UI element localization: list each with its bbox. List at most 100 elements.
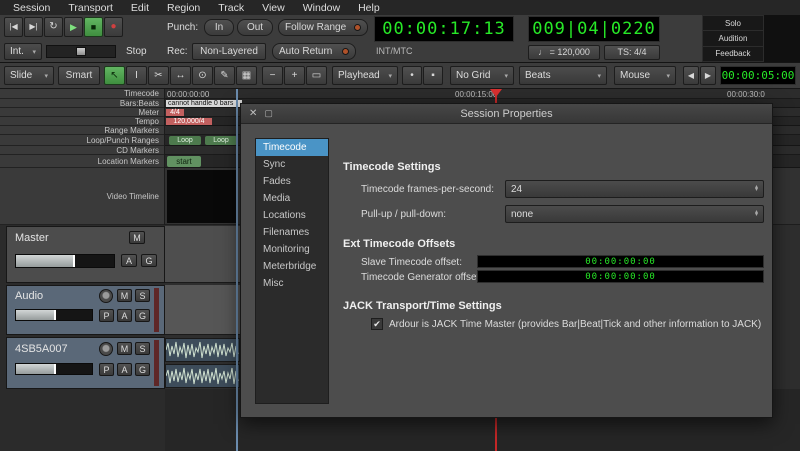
marker-square-button[interactable]: ▪	[423, 66, 443, 85]
zoom-focus-dropdown[interactable]: Playhead▾	[332, 66, 398, 85]
generator-offset-clock[interactable]: 00:00:00:00	[477, 270, 764, 283]
cut-tool-button[interactable]: ✂	[148, 66, 169, 85]
playlist-button[interactable]: P	[99, 363, 114, 376]
feedback-indicator-button[interactable]: Feedback	[703, 47, 763, 61]
spinner-arrows-icon[interactable]: ▴▾	[755, 186, 758, 193]
menu-window[interactable]: Window	[294, 1, 349, 15]
track-name[interactable]: Audio	[15, 290, 43, 302]
track-name[interactable]: Master	[15, 232, 49, 244]
track-header-master[interactable]: Master M A G	[6, 226, 165, 283]
shuttle-control[interactable]	[46, 45, 116, 58]
audio-track-lane[interactable]	[165, 285, 240, 335]
tempo-marker[interactable]: 120,000/4	[166, 118, 212, 125]
jack-time-master-checkbox[interactable]: ✔	[371, 318, 383, 330]
fader-thumb[interactable]	[73, 255, 75, 267]
shuttle-thumb[interactable]	[76, 47, 86, 56]
dialog-titlebar[interactable]: ✕ ▢ Session Properties	[241, 104, 772, 124]
zoom-in-button[interactable]: +	[284, 66, 305, 85]
goto-start-button[interactable]: |◀	[4, 17, 23, 37]
nudge-clock[interactable]: 00:00:05:00	[720, 66, 796, 85]
zoom-tool-button[interactable]: ⊙	[192, 66, 213, 85]
fader-thumb[interactable]	[54, 364, 56, 374]
follow-range-button[interactable]: Follow Range	[278, 19, 368, 36]
group-button[interactable]: G	[135, 363, 150, 376]
auto-return-button[interactable]: Auto Return	[272, 43, 356, 60]
mute-button[interactable]: M	[117, 342, 132, 355]
dialog-tab-timecode[interactable]: Timecode	[256, 139, 328, 156]
menu-session[interactable]: Session	[4, 1, 59, 15]
pull-dropdown[interactable]: none ▴▾	[505, 205, 764, 223]
draw-tool-button[interactable]: ✎	[214, 66, 235, 85]
menu-transport[interactable]: Transport	[59, 1, 122, 15]
dialog-tab-fades[interactable]: Fades	[256, 173, 328, 190]
loop-marker[interactable]: Loop	[205, 136, 237, 145]
edit-point-dropdown[interactable]: Mouse▾	[614, 66, 676, 85]
solo-indicator-button[interactable]: Solo	[703, 16, 763, 31]
grid-unit-dropdown[interactable]: Beats▾	[519, 66, 607, 85]
automation-button[interactable]: A	[117, 309, 132, 322]
dialog-tab-meterbridge[interactable]: Meterbridge	[256, 258, 328, 275]
automation-button[interactable]: A	[121, 254, 137, 267]
record-enable-button[interactable]	[99, 342, 113, 356]
nudge-backward-button[interactable]: ◀	[683, 66, 699, 85]
punch-in-button[interactable]: In	[204, 19, 234, 36]
smart-mode-button[interactable]: Smart	[58, 66, 100, 85]
solo-button[interactable]: S	[135, 342, 150, 355]
audition-indicator-button[interactable]: Audition	[703, 31, 763, 46]
mute-button[interactable]: M	[129, 231, 145, 244]
play-button[interactable]: ▶	[64, 17, 83, 37]
zoom-out-button[interactable]: −	[262, 66, 283, 85]
tempo-button[interactable]: ♩ = 120,000	[528, 45, 600, 60]
stretch-tool-button[interactable]: ↔	[170, 66, 191, 85]
menu-help[interactable]: Help	[349, 1, 389, 15]
group-button[interactable]: G	[135, 309, 150, 322]
menu-view[interactable]: View	[253, 1, 294, 15]
mute-button[interactable]: M	[117, 289, 132, 302]
start-location-marker[interactable]: start	[167, 156, 201, 167]
dialog-tab-misc[interactable]: Misc	[256, 275, 328, 292]
grab-tool-button[interactable]: ↖	[104, 66, 125, 85]
menu-region[interactable]: Region	[158, 1, 209, 15]
waveform-lane[interactable]	[165, 364, 240, 388]
playhead-marker[interactable]	[490, 89, 502, 97]
dialog-tab-media[interactable]: Media	[256, 190, 328, 207]
stop-button[interactable]: ■	[84, 17, 103, 37]
loop-marker[interactable]: Loop	[169, 136, 201, 145]
timecode-ruler[interactable]: 00:00:00:00 00:00:15:00 00:00:30:0	[165, 89, 800, 99]
record-button[interactable]: ●	[104, 17, 123, 37]
menu-edit[interactable]: Edit	[122, 1, 158, 15]
playlist-button[interactable]: P	[99, 309, 114, 322]
automation-button[interactable]: A	[117, 363, 132, 376]
edit-tool-button[interactable]: ▦	[236, 66, 257, 85]
snap-mode-dropdown[interactable]: No Grid▾	[450, 66, 514, 85]
dialog-tab-locations[interactable]: Locations	[256, 207, 328, 224]
gain-fader[interactable]	[15, 254, 115, 268]
spinner-arrows-icon[interactable]: ▴▾	[755, 211, 758, 218]
group-button[interactable]: G	[141, 254, 157, 267]
track-header-audio[interactable]: Audio M S P A G	[6, 285, 165, 335]
nudge-forward-button[interactable]: ▶	[700, 66, 716, 85]
range-tool-button[interactable]: I	[126, 66, 147, 85]
edit-mode-dropdown[interactable]: Slide▾	[4, 66, 54, 85]
menu-track[interactable]: Track	[209, 1, 253, 15]
record-enable-button[interactable]	[99, 289, 113, 303]
gain-fader[interactable]	[15, 309, 93, 321]
track-header-4sb5a007[interactable]: 4SB5A007 M S P A G	[6, 337, 165, 389]
slave-offset-clock[interactable]: 00:00:00:00	[477, 255, 764, 268]
master-track-lane[interactable]	[165, 226, 240, 283]
meter-marker[interactable]: 4/4	[166, 109, 184, 116]
primary-clock[interactable]: 00:00:17:13	[374, 16, 514, 42]
dialog-tab-filenames[interactable]: Filenames	[256, 224, 328, 241]
zoom-fit-button[interactable]: ▭	[306, 66, 327, 85]
punch-out-button[interactable]: Out	[237, 19, 273, 36]
dialog-tab-monitoring[interactable]: Monitoring	[256, 241, 328, 258]
dialog-tab-sync[interactable]: Sync	[256, 156, 328, 173]
secondary-clock[interactable]: 009|04|0220	[528, 16, 660, 42]
solo-button[interactable]: S	[135, 289, 150, 302]
fps-dropdown[interactable]: 24 ▴▾	[505, 180, 764, 198]
time-signature-button[interactable]: TS: 4/4	[604, 45, 660, 60]
loop-button[interactable]: ↻	[44, 17, 63, 37]
track-name[interactable]: 4SB5A007	[15, 343, 68, 355]
gain-fader[interactable]	[15, 363, 93, 375]
sync-source-dropdown[interactable]: Int.▾	[4, 43, 42, 60]
